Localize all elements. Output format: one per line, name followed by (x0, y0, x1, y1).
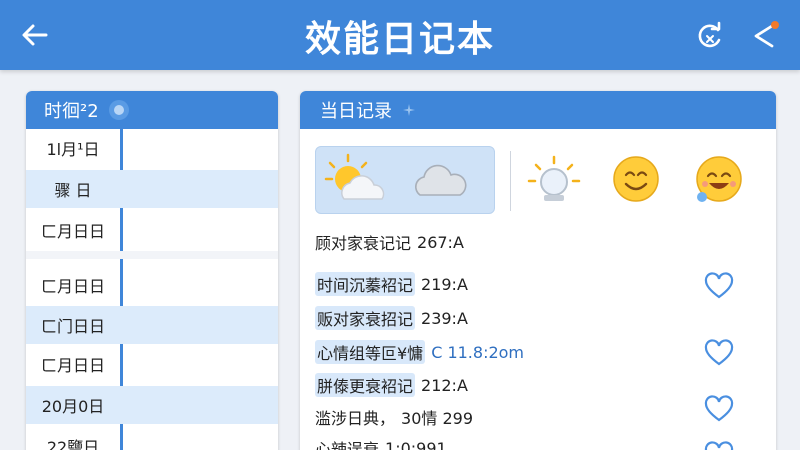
share-icon[interactable] (748, 20, 780, 52)
record-entry[interactable]: 胼傣更衰袑记 212:A (315, 372, 468, 398)
smile-icon[interactable] (612, 155, 660, 203)
timeline-panel: 时徊²2 1l月¹日 骤 日 ㄈ月日日 ㄈ月日日 ㄈ门日日 ㄈ月日日 20月0日… (26, 91, 278, 450)
notification-dot (771, 21, 779, 29)
app-header: 效能日记本 (0, 0, 800, 70)
app-title: 效能日记本 (304, 19, 495, 60)
timeline-date-row[interactable]: ㄈ月日日 (26, 266, 278, 304)
records-header: 当日记录 (300, 91, 776, 129)
timeline-header: 时徊²2 (26, 91, 278, 129)
record-entry[interactable]: 时间沉蓁袑记 219:A (315, 271, 468, 297)
sparkle-icon (403, 104, 415, 116)
record-entry[interactable]: 心情组等叵¥慵 C 11.8:2om (315, 339, 524, 365)
timeline-date-row[interactable]: 20月0日 (26, 386, 278, 424)
sun-cloud-icon[interactable] (322, 151, 392, 209)
timeline-date-row[interactable]: ㄈ月日日 (26, 211, 278, 249)
toggle-icon[interactable] (108, 100, 129, 120)
happy-blush-icon[interactable] (694, 155, 744, 205)
timeline-title: 时徊²2 (44, 101, 99, 122)
record-entry[interactable]: 贩对家衰招记 239:A (315, 305, 468, 331)
cloud-icon[interactable] (410, 159, 470, 201)
timeline-date-row[interactable]: 1l月¹日 (26, 129, 278, 167)
records-panel: 当日记录 顾对家衰记记 267:A 时间沉蓁袑记 219:A 贩对家衰招记 23… (300, 91, 776, 450)
timeline-date-row[interactable]: 骤 日 (26, 170, 278, 208)
records-title: 当日记录 (320, 101, 392, 122)
timeline-date-row[interactable]: ㄈ门日日 (26, 306, 278, 344)
timeline-date-row[interactable]: 22鹽日 (26, 427, 278, 450)
heart-icon[interactable] (704, 395, 734, 423)
heart-icon[interactable] (704, 339, 734, 367)
heart-icon[interactable] (704, 272, 734, 300)
sun-icon[interactable] (526, 155, 582, 207)
record-entry[interactable]: 顾对家衰记记 267:A (315, 229, 464, 255)
record-entry[interactable]: 滥涉日典， 30情 299 (315, 404, 473, 430)
divider (510, 151, 511, 211)
timeline-date-row[interactable]: ㄈ月日日 (26, 345, 278, 383)
timeline-gap (26, 251, 278, 259)
heart-icon[interactable] (704, 441, 734, 450)
refresh-sync-icon[interactable] (694, 20, 726, 52)
record-entry[interactable]: 心辣逞衰 1:0:991 (315, 435, 447, 450)
